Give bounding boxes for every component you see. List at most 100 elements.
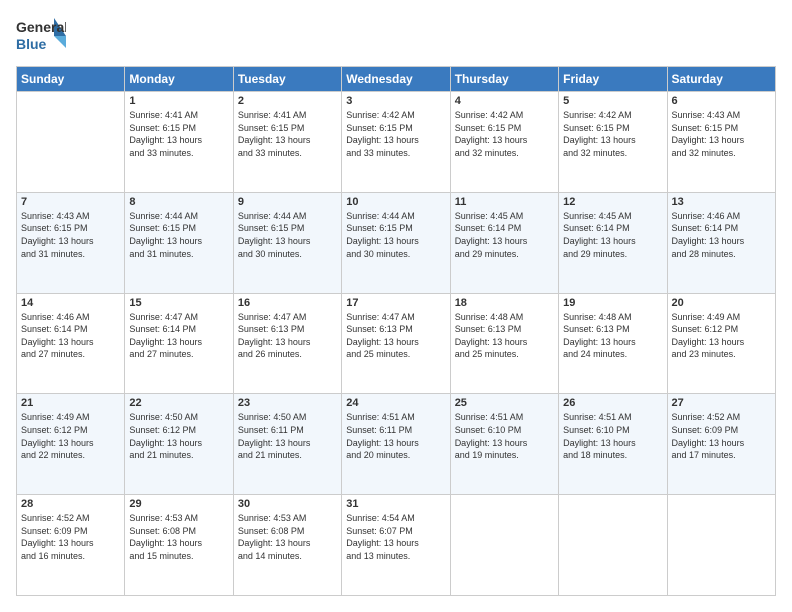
weekday-header-sunday: Sunday	[17, 67, 125, 92]
day-number: 27	[672, 397, 771, 409]
calendar-cell: 5 Sunrise: 4:42 AM Sunset: 6:15 PM Daylig…	[559, 92, 667, 193]
week-row-4: 21 Sunrise: 4:49 AM Sunset: 6:12 PM Dayli…	[17, 394, 776, 495]
cell-info: Sunrise: 4:43 AM Sunset: 6:15 PM Dayligh…	[672, 109, 771, 159]
cell-info: Sunrise: 4:42 AM Sunset: 6:15 PM Dayligh…	[563, 109, 662, 159]
day-number: 13	[672, 196, 771, 208]
day-number: 20	[672, 297, 771, 309]
calendar-cell	[559, 495, 667, 596]
calendar-cell: 31 Sunrise: 4:54 AM Sunset: 6:07 PM Dayli…	[342, 495, 450, 596]
day-number: 2	[238, 95, 337, 107]
day-number: 24	[346, 397, 445, 409]
calendar-cell: 20Sunrise: 4:49 AM Sunset: 6:12 PM Dayli…	[667, 293, 775, 394]
calendar-cell: 23Sunrise: 4:50 AM Sunset: 6:11 PM Dayli…	[233, 394, 341, 495]
cell-info: Sunrise: 4:47 AM Sunset: 6:13 PM Dayligh…	[238, 311, 337, 361]
svg-text:General: General	[16, 19, 66, 35]
day-number: 23	[238, 397, 337, 409]
cell-info: Sunrise: 4:46 AM Sunset: 6:14 PM Dayligh…	[672, 210, 771, 260]
day-number: 7	[21, 196, 120, 208]
calendar-cell: 21 Sunrise: 4:49 AM Sunset: 6:12 PM Dayli…	[17, 394, 125, 495]
calendar-cell: 11 Sunrise: 4:45 AM Sunset: 6:14 PM Dayli…	[450, 192, 558, 293]
cell-info: Sunrise: 4:48 AM Sunset: 6:13 PM Dayligh…	[563, 311, 662, 361]
cell-info: Sunrise: 4:49 AM Sunset: 6:12 PM Dayligh…	[21, 411, 120, 461]
day-number: 19	[563, 297, 662, 309]
day-number: 29	[129, 498, 228, 510]
day-number: 26	[563, 397, 662, 409]
day-number: 10	[346, 196, 445, 208]
logo: GeneralBlue	[16, 16, 66, 56]
day-number: 21	[21, 397, 120, 409]
cell-info: Sunrise: 4:44 AM Sunset: 6:15 PM Dayligh…	[346, 210, 445, 260]
weekday-header-monday: Monday	[125, 67, 233, 92]
day-number: 17	[346, 297, 445, 309]
cell-info: Sunrise: 4:46 AM Sunset: 6:14 PM Dayligh…	[21, 311, 120, 361]
cell-info: Sunrise: 4:51 AM Sunset: 6:11 PM Dayligh…	[346, 411, 445, 461]
calendar-cell: 3 Sunrise: 4:42 AM Sunset: 6:15 PM Daylig…	[342, 92, 450, 193]
calendar-cell: 6 Sunrise: 4:43 AM Sunset: 6:15 PM Daylig…	[667, 92, 775, 193]
weekday-header-thursday: Thursday	[450, 67, 558, 92]
day-number: 14	[21, 297, 120, 309]
cell-info: Sunrise: 4:45 AM Sunset: 6:14 PM Dayligh…	[563, 210, 662, 260]
cell-info: Sunrise: 4:52 AM Sunset: 6:09 PM Dayligh…	[21, 512, 120, 562]
cell-info: Sunrise: 4:52 AM Sunset: 6:09 PM Dayligh…	[672, 411, 771, 461]
day-number: 1	[129, 95, 228, 107]
day-number: 9	[238, 196, 337, 208]
calendar-cell: 25 Sunrise: 4:51 AM Sunset: 6:10 PM Dayli…	[450, 394, 558, 495]
week-row-5: 28 Sunrise: 4:52 AM Sunset: 6:09 PM Dayli…	[17, 495, 776, 596]
calendar-cell: 14 Sunrise: 4:46 AM Sunset: 6:14 PM Dayli…	[17, 293, 125, 394]
cell-info: Sunrise: 4:41 AM Sunset: 6:15 PM Dayligh…	[238, 109, 337, 159]
week-row-3: 14 Sunrise: 4:46 AM Sunset: 6:14 PM Dayli…	[17, 293, 776, 394]
cell-info: Sunrise: 4:44 AM Sunset: 6:15 PM Dayligh…	[129, 210, 228, 260]
header: GeneralBlue	[16, 16, 776, 56]
day-number: 15	[129, 297, 228, 309]
weekday-header-row: SundayMondayTuesdayWednesdayThursdayFrid…	[17, 67, 776, 92]
day-number: 16	[238, 297, 337, 309]
calendar-cell: 19 Sunrise: 4:48 AM Sunset: 6:13 PM Dayli…	[559, 293, 667, 394]
calendar-cell: 28 Sunrise: 4:52 AM Sunset: 6:09 PM Dayli…	[17, 495, 125, 596]
calendar-cell: 17Sunrise: 4:47 AM Sunset: 6:13 PM Dayli…	[342, 293, 450, 394]
cell-info: Sunrise: 4:41 AM Sunset: 6:15 PM Dayligh…	[129, 109, 228, 159]
cell-info: Sunrise: 4:45 AM Sunset: 6:14 PM Dayligh…	[455, 210, 554, 260]
calendar-cell: 18Sunrise: 4:48 AM Sunset: 6:13 PM Dayli…	[450, 293, 558, 394]
cell-info: Sunrise: 4:47 AM Sunset: 6:14 PM Dayligh…	[129, 311, 228, 361]
weekday-header-saturday: Saturday	[667, 67, 775, 92]
calendar-cell: 10 Sunrise: 4:44 AM Sunset: 6:15 PM Dayli…	[342, 192, 450, 293]
calendar-cell: 8Sunrise: 4:44 AM Sunset: 6:15 PM Daylig…	[125, 192, 233, 293]
calendar-cell: 4Sunrise: 4:42 AM Sunset: 6:15 PM Daylig…	[450, 92, 558, 193]
logo-icon: GeneralBlue	[16, 16, 66, 56]
weekday-header-wednesday: Wednesday	[342, 67, 450, 92]
day-number: 25	[455, 397, 554, 409]
cell-info: Sunrise: 4:50 AM Sunset: 6:12 PM Dayligh…	[129, 411, 228, 461]
calendar-cell: 1 Sunrise: 4:41 AM Sunset: 6:15 PM Daylig…	[125, 92, 233, 193]
week-row-1: 1 Sunrise: 4:41 AM Sunset: 6:15 PM Daylig…	[17, 92, 776, 193]
cell-info: Sunrise: 4:51 AM Sunset: 6:10 PM Dayligh…	[563, 411, 662, 461]
calendar-cell: 22 Sunrise: 4:50 AM Sunset: 6:12 PM Dayli…	[125, 394, 233, 495]
calendar-cell: 29 Sunrise: 4:53 AM Sunset: 6:08 PM Dayli…	[125, 495, 233, 596]
cell-info: Sunrise: 4:51 AM Sunset: 6:10 PM Dayligh…	[455, 411, 554, 461]
calendar-cell	[450, 495, 558, 596]
day-number: 18	[455, 297, 554, 309]
cell-info: Sunrise: 4:53 AM Sunset: 6:08 PM Dayligh…	[129, 512, 228, 562]
calendar-page: GeneralBlue SundayMondayTuesdayWednesday…	[0, 0, 792, 612]
calendar-cell: 26 Sunrise: 4:51 AM Sunset: 6:10 PM Dayli…	[559, 394, 667, 495]
day-number: 22	[129, 397, 228, 409]
calendar-cell: 9Sunrise: 4:44 AM Sunset: 6:15 PM Daylig…	[233, 192, 341, 293]
cell-info: Sunrise: 4:42 AM Sunset: 6:15 PM Dayligh…	[346, 109, 445, 159]
calendar-cell	[17, 92, 125, 193]
calendar-cell: 16 Sunrise: 4:47 AM Sunset: 6:13 PM Dayli…	[233, 293, 341, 394]
day-number: 28	[21, 498, 120, 510]
svg-text:Blue: Blue	[16, 36, 47, 52]
cell-info: Sunrise: 4:53 AM Sunset: 6:08 PM Dayligh…	[238, 512, 337, 562]
day-number: 5	[563, 95, 662, 107]
weekday-header-tuesday: Tuesday	[233, 67, 341, 92]
calendar-cell: 2 Sunrise: 4:41 AM Sunset: 6:15 PM Daylig…	[233, 92, 341, 193]
day-number: 31	[346, 498, 445, 510]
day-number: 11	[455, 196, 554, 208]
calendar-cell: 13 Sunrise: 4:46 AM Sunset: 6:14 PM Dayli…	[667, 192, 775, 293]
day-number: 6	[672, 95, 771, 107]
cell-info: Sunrise: 4:43 AM Sunset: 6:15 PM Dayligh…	[21, 210, 120, 260]
calendar-cell: 7 Sunrise: 4:43 AM Sunset: 6:15 PM Daylig…	[17, 192, 125, 293]
calendar-cell: 30Sunrise: 4:53 AM Sunset: 6:08 PM Dayli…	[233, 495, 341, 596]
cell-info: Sunrise: 4:54 AM Sunset: 6:07 PM Dayligh…	[346, 512, 445, 562]
day-number: 4	[455, 95, 554, 107]
day-number: 3	[346, 95, 445, 107]
